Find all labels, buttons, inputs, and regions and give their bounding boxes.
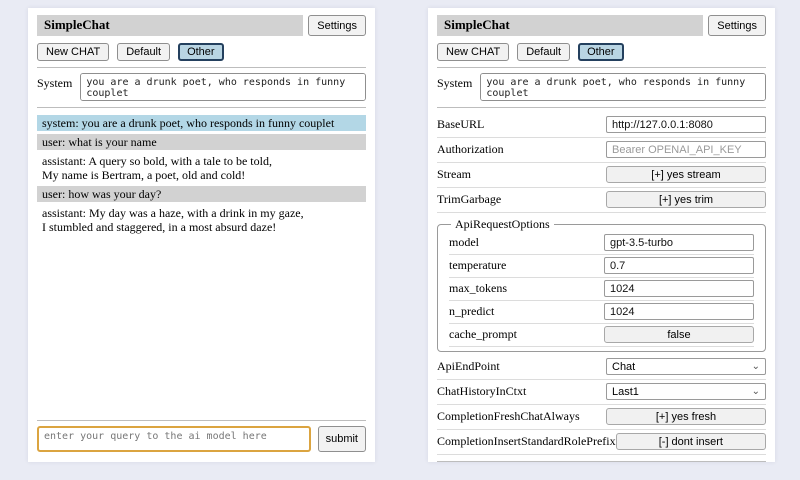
settings-row-n-predict: n_predict xyxy=(449,301,754,324)
divider xyxy=(37,420,366,421)
session-button-other[interactable]: Other xyxy=(578,43,624,61)
chat-message-assistant: assistant: A query so bold, with a tale … xyxy=(37,153,366,183)
chat-message-user: user: what is your name xyxy=(37,134,366,150)
settings-row-completionfreshchatalways: CompletionFreshChatAlways [+] yes fresh xyxy=(437,405,766,430)
chat-message-system: system: you are a drunk poet, who respon… xyxy=(37,115,366,131)
n-predict-input[interactable] xyxy=(604,303,754,320)
settings-row-trimgarbage: TrimGarbage [+] yes trim xyxy=(437,188,766,213)
system-prompt-label: System xyxy=(37,73,72,101)
model-input[interactable] xyxy=(604,234,754,251)
chat-message-assistant: assistant: My day was a haze, with a dri… xyxy=(37,205,366,235)
cache-prompt-toggle-button[interactable]: false xyxy=(604,326,754,343)
session-button-other[interactable]: Other xyxy=(178,43,224,61)
apiendpoint-select[interactable]: Chat ⌄ xyxy=(606,358,766,375)
session-buttons: New CHAT Default Other xyxy=(37,43,366,61)
row-label: CompletionFreshChatAlways xyxy=(437,409,580,424)
divider xyxy=(37,107,366,108)
system-prompt-row: System you are a drunk poet, who respond… xyxy=(437,73,766,101)
row-label: ChatHistoryInCtxt xyxy=(437,384,526,399)
app-title: SimpleChat xyxy=(37,15,303,36)
new-chat-button[interactable]: New CHAT xyxy=(37,43,109,61)
divider xyxy=(437,461,766,462)
row-label: BaseURL xyxy=(437,117,484,132)
settings-button[interactable]: Settings xyxy=(708,15,766,36)
title-bar: SimpleChat Settings xyxy=(437,15,766,36)
system-prompt-input[interactable]: you are a drunk poet, who responds in fu… xyxy=(80,73,366,101)
settings-row-cache-prompt: cache_prompt false xyxy=(449,324,754,347)
completionfreshchatalways-toggle-button[interactable]: [+] yes fresh xyxy=(606,408,766,425)
api-request-options-legend: ApiRequestOptions xyxy=(451,217,554,232)
completioninsertstandardroleprefix-toggle-button[interactable]: [-] dont insert xyxy=(616,433,766,450)
settings-row-completioninsertstandardroleprefix: CompletionInsertStandardRolePrefix [-] d… xyxy=(437,430,766,455)
system-prompt-label: System xyxy=(437,73,472,101)
select-value: Chat xyxy=(612,361,635,373)
chat-message-user: user: how was your day? xyxy=(37,186,366,202)
session-button-default[interactable]: Default xyxy=(517,43,570,61)
row-label: TrimGarbage xyxy=(437,192,501,207)
system-prompt-input[interactable]: you are a drunk poet, who responds in fu… xyxy=(480,73,766,101)
user-query-input[interactable] xyxy=(37,426,311,452)
submit-button[interactable]: submit xyxy=(318,426,366,452)
settings-row-apiendpoint: ApiEndPoint Chat ⌄ xyxy=(437,355,766,380)
system-prompt-row: System you are a drunk poet, who respond… xyxy=(37,73,366,101)
trimgarbage-toggle-button[interactable]: [+] yes trim xyxy=(606,191,766,208)
select-value: Last1 xyxy=(612,386,639,398)
row-label: CompletionInsertStandardRolePrefix xyxy=(437,434,616,449)
settings-row-chathistoryinctxt: ChatHistoryInCtxt Last1 ⌄ xyxy=(437,380,766,405)
row-label: cache_prompt xyxy=(449,327,517,342)
stream-toggle-button[interactable]: [+] yes stream xyxy=(606,166,766,183)
settings-row-stream: Stream [+] yes stream xyxy=(437,163,766,188)
session-button-default[interactable]: Default xyxy=(117,43,170,61)
settings-row-max-tokens: max_tokens xyxy=(449,278,754,301)
settings-row-temperature: temperature xyxy=(449,255,754,278)
chat-panel: SimpleChat Settings New CHAT Default Oth… xyxy=(28,8,375,462)
query-block: submit xyxy=(437,455,766,462)
settings-row-authorization: Authorization xyxy=(437,138,766,163)
baseurl-input[interactable] xyxy=(606,116,766,133)
row-label: ApiEndPoint xyxy=(437,359,500,374)
query-block: submit xyxy=(37,414,366,452)
settings-row-model: model xyxy=(449,232,754,255)
divider xyxy=(437,107,766,108)
temperature-input[interactable] xyxy=(604,257,754,274)
authorization-input[interactable] xyxy=(606,141,766,158)
new-chat-button[interactable]: New CHAT xyxy=(437,43,509,61)
title-bar: SimpleChat Settings xyxy=(37,15,366,36)
app-title: SimpleChat xyxy=(437,15,703,36)
chat-log: system: you are a drunk poet, who respon… xyxy=(37,115,366,238)
divider xyxy=(437,67,766,68)
settings-panel: SimpleChat Settings New CHAT Default Oth… xyxy=(428,8,775,462)
chevron-down-icon: ⌄ xyxy=(752,387,760,397)
row-label: max_tokens xyxy=(449,281,507,296)
chathistoryinctxt-select[interactable]: Last1 ⌄ xyxy=(606,383,766,400)
row-label: temperature xyxy=(449,258,506,273)
session-buttons: New CHAT Default Other xyxy=(437,43,766,61)
row-label: n_predict xyxy=(449,304,494,319)
max-tokens-input[interactable] xyxy=(604,280,754,297)
divider xyxy=(37,67,366,68)
row-label: model xyxy=(449,235,479,250)
settings-button[interactable]: Settings xyxy=(308,15,366,36)
row-label: Authorization xyxy=(437,142,504,157)
row-label: Stream xyxy=(437,167,471,182)
chevron-down-icon: ⌄ xyxy=(752,362,760,372)
api-request-options-fieldset: ApiRequestOptions model temperature max_… xyxy=(437,217,766,352)
settings-row-baseurl: BaseURL xyxy=(437,113,766,138)
